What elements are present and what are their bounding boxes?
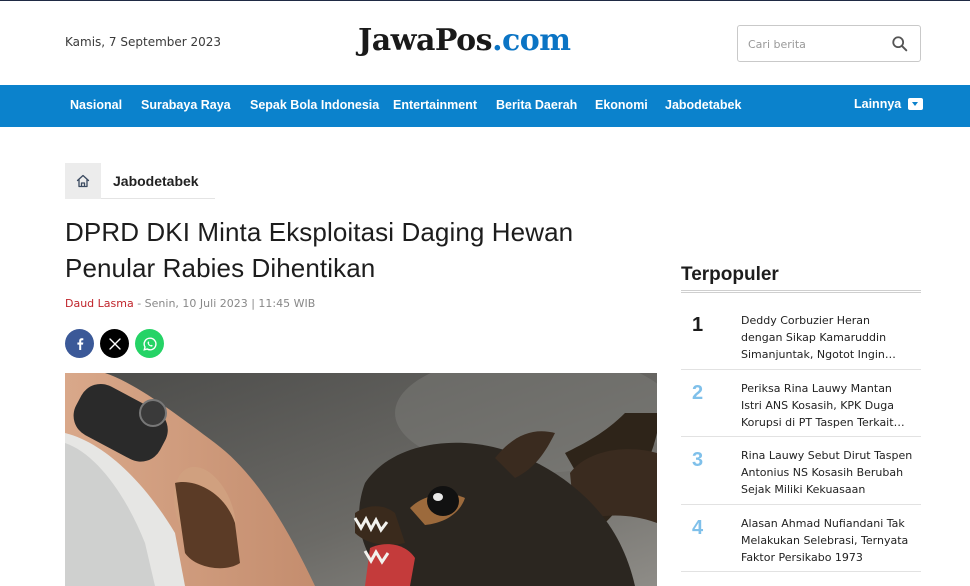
breadcrumb-category[interactable]: Jabodetabek [113, 173, 199, 189]
popular-rank: 3 [692, 449, 704, 471]
popular-list: 1 Deddy Corbuzier Heran dengan Sikap Kam… [681, 302, 921, 572]
search-icon[interactable] [891, 35, 909, 53]
logo-main-text: JawaPos [358, 23, 493, 58]
popular-rank: 4 [692, 516, 704, 539]
nav-item-ekonomi[interactable]: Ekonomi [595, 98, 648, 112]
main-navigation: Nasional Surabaya Raya Sepak Bola Indone… [0, 85, 970, 127]
popular-headline[interactable]: Alasan Ahmad Nufiandani Tak Melakukan Se… [741, 515, 913, 566]
popular-item[interactable]: 2 Periksa Rina Lauwy Mantan Istri ANS Ko… [681, 370, 921, 437]
popular-rank: 2 [692, 381, 704, 404]
logo-suffix-text: .com [492, 23, 571, 58]
whatsapp-icon[interactable] [135, 329, 164, 358]
popular-rank: 1 [692, 314, 704, 336]
popular-item[interactable]: 1 Deddy Corbuzier Heran dengan Sikap Kam… [681, 302, 921, 370]
chevron-down-icon [908, 98, 924, 110]
facebook-icon[interactable] [65, 329, 94, 358]
site-logo[interactable]: JawaPos.com [358, 23, 571, 58]
article-title: DPRD DKI Minta Eksploitasi Daging Hewan … [65, 217, 574, 283]
article-author[interactable]: Daud Lasma [65, 297, 134, 310]
popular-item[interactable]: 3 Rina Lauwy Sebut Dirut Taspen Antonius… [681, 437, 921, 505]
nav-item-jabodetabek[interactable]: Jabodetabek [665, 98, 741, 112]
nav-item-surabaya-raya[interactable]: Surabaya Raya [141, 98, 231, 112]
home-icon[interactable] [65, 163, 101, 199]
popular-item[interactable]: 4 Alasan Ahmad Nufiandani Tak Melakukan … [681, 505, 921, 572]
article-image [65, 373, 657, 586]
popular-headline[interactable]: Rina Lauwy Sebut Dirut Taspen Antonius N… [741, 447, 913, 498]
search-input[interactable] [748, 34, 888, 54]
dog-photo-illustration [65, 373, 657, 586]
search-box [737, 25, 921, 62]
popular-headline[interactable]: Deddy Corbuzier Heran dengan Sikap Kamar… [741, 312, 913, 363]
x-icon[interactable] [100, 329, 129, 358]
nav-item-nasional[interactable]: Nasional [70, 98, 122, 112]
popular-section-title: Terpopuler [681, 264, 779, 285]
popular-headline[interactable]: Periksa Rina Lauwy Mantan Istri ANS Kosa… [741, 380, 913, 431]
article-date: - Senin, 10 Juli 2023 | 11:45 WIB [133, 297, 316, 310]
nav-item-entertainment[interactable]: Entertainment [393, 98, 477, 112]
article-byline: Daud Lasma - Senin, 10 Juli 2023 | 11:45… [65, 297, 315, 310]
current-date: Kamis, 7 September 2023 [65, 35, 222, 49]
nav-item-berita-daerah[interactable]: Berita Daerah [496, 98, 577, 112]
share-buttons [65, 329, 164, 358]
nav-item-sepak-bola-indonesia[interactable]: Sepak Bola Indonesia [250, 98, 379, 112]
site-header: Kamis, 7 September 2023 JawaPos.com [0, 1, 970, 85]
breadcrumb: Jabodetabek [65, 163, 215, 199]
nav-more-label: Lainnya [854, 97, 902, 111]
popular-divider [681, 290, 921, 293]
nav-more-menu[interactable]: Lainnya [854, 97, 924, 111]
